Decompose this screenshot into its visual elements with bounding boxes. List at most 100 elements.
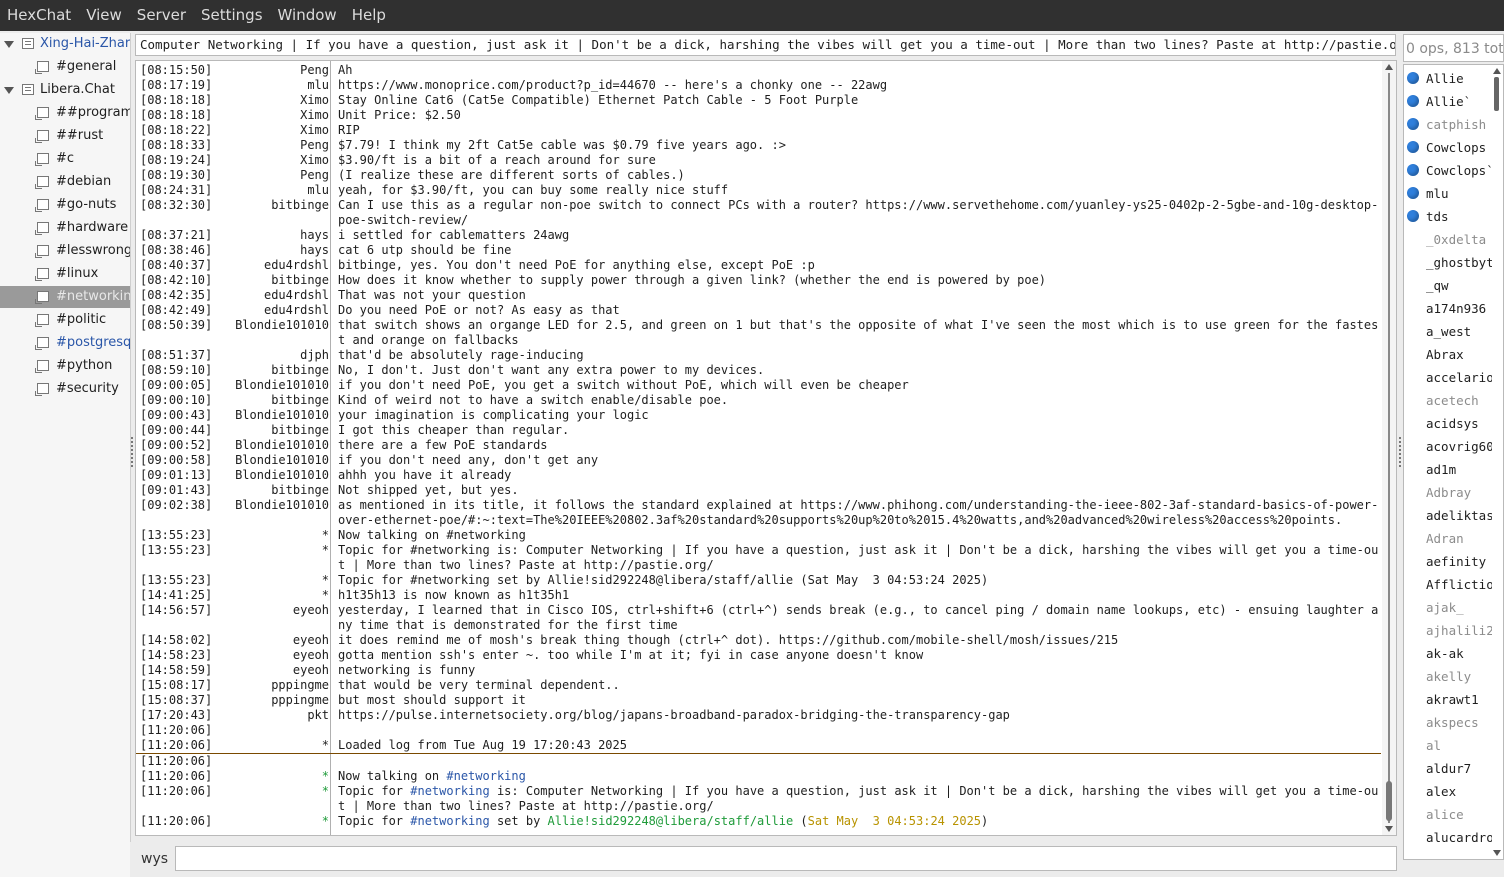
topic-bar[interactable]: Computer Networking | If you have a ques… [135, 34, 1396, 56]
user-item[interactable]: tds [1404, 205, 1492, 228]
user-item[interactable]: Abrax [1404, 343, 1492, 366]
user-item[interactable]: Afflictio [1404, 573, 1492, 596]
scroll-up-arrow-icon[interactable] [1385, 64, 1393, 70]
scroll-thumb[interactable] [1386, 781, 1392, 821]
userlist-scrollbar[interactable] [1491, 65, 1503, 859]
nick[interactable]: * [214, 738, 333, 753]
nick[interactable]: * [214, 814, 333, 829]
user-item[interactable]: Cowclops [1404, 136, 1492, 159]
nick[interactable]: Peng [214, 138, 333, 153]
nick[interactable]: bitbinge [214, 483, 333, 498]
nick[interactable]: pppingme [214, 678, 333, 693]
nick[interactable]: Ximo [214, 108, 333, 123]
menu-server[interactable]: Server [130, 0, 194, 31]
nick[interactable] [214, 754, 333, 769]
nick[interactable]: pppingme [214, 693, 333, 708]
nick[interactable]: Blondie101010 [214, 498, 333, 528]
user-item[interactable]: al [1404, 734, 1492, 757]
user-item[interactable]: accelario [1404, 366, 1492, 389]
nick[interactable]: * [214, 588, 333, 603]
user-item[interactable]: adeliktas [1404, 504, 1492, 527]
tree-server[interactable]: Xing-Hai-Zhar [0, 33, 130, 55]
user-item[interactable]: acovrig60 [1404, 435, 1492, 458]
expander-arrow-icon[interactable] [4, 87, 14, 94]
expander-arrow-icon[interactable] [4, 41, 14, 48]
user-item[interactable]: ajak_ [1404, 596, 1492, 619]
tree-channel[interactable]: #lesswrong [0, 240, 130, 262]
message-input[interactable] [175, 846, 1397, 871]
tree-channel[interactable]: #postgresq [0, 332, 130, 354]
menu-hexchat[interactable]: HexChat [0, 0, 79, 31]
nick[interactable]: bitbinge [214, 393, 333, 408]
user-item[interactable]: acidsys [1404, 412, 1492, 435]
nick[interactable]: eyeoh [214, 648, 333, 663]
user-item[interactable]: a174n936 [1404, 297, 1492, 320]
nick[interactable]: bitbinge [214, 198, 333, 228]
nick[interactable]: Ximo [214, 93, 333, 108]
user-item[interactable]: alice [1404, 803, 1492, 826]
nick[interactable]: Blondie101010 [214, 318, 333, 348]
nick[interactable]: * [214, 784, 333, 814]
user-item[interactable]: ak-ak [1404, 642, 1492, 665]
scroll-track[interactable] [1388, 73, 1390, 823]
nick[interactable]: pkt [214, 708, 333, 723]
nick[interactable]: edu4rdshl [214, 288, 333, 303]
user-item[interactable]: ajhalili2 [1404, 619, 1492, 642]
user-item[interactable]: Adbray [1404, 481, 1492, 504]
nick[interactable]: Blondie101010 [214, 378, 333, 393]
tree-channel[interactable]: #linux [0, 263, 130, 285]
nick[interactable]: hays [214, 243, 333, 258]
chat-view[interactable]: [08:15:50] Peng Ah [08:17:19] mlu https://www… [135, 60, 1397, 836]
nick[interactable]: Blondie101010 [214, 438, 333, 453]
nick[interactable]: Blondie101010 [214, 453, 333, 468]
tree-channel[interactable]: #politic [0, 309, 130, 331]
user-item[interactable]: _qw [1404, 274, 1492, 297]
scroll-down-arrow-icon[interactable] [1385, 826, 1393, 832]
tree-channel[interactable]: #networkin [0, 286, 130, 308]
chat-scrollbar[interactable] [1382, 61, 1396, 835]
nick[interactable]: eyeoh [214, 663, 333, 678]
nick[interactable]: bitbinge [214, 423, 333, 438]
nick[interactable]: * [214, 528, 333, 543]
tree-channel[interactable]: #c [0, 148, 130, 170]
nick[interactable]: * [214, 543, 333, 573]
user-item[interactable]: Cowclops` [1404, 159, 1492, 182]
message-part[interactable]: Sat May 3 04:53:24 2025 [808, 814, 981, 828]
menu-help[interactable]: Help [345, 0, 394, 31]
user-item[interactable]: Allie [1404, 67, 1492, 90]
user-item[interactable]: alucardro [1404, 826, 1492, 849]
user-item[interactable]: akelly [1404, 665, 1492, 688]
user-item[interactable]: catphish [1404, 113, 1492, 136]
nick[interactable]: edu4rdshl [214, 303, 333, 318]
user-item[interactable]: aldur7 [1404, 757, 1492, 780]
nick[interactable]: Blondie101010 [214, 408, 333, 423]
nick[interactable]: Blondie101010 [214, 468, 333, 483]
nick[interactable]: mlu [214, 78, 333, 93]
message-part[interactable]: Allie!sid292248@libera/staff/allie [548, 814, 794, 828]
nick[interactable]: bitbinge [214, 363, 333, 378]
user-list[interactable]: Allie Allie` catphish Cowclops Cowclops` mlu t… [1403, 64, 1504, 860]
nick[interactable]: djph [214, 348, 333, 363]
scroll-up-arrow-icon[interactable] [1493, 68, 1501, 74]
user-item[interactable]: Adran [1404, 527, 1492, 550]
scroll-thumb[interactable] [1494, 77, 1499, 111]
nick-button[interactable]: wys [141, 851, 168, 867]
nick[interactable]: Peng [214, 168, 333, 183]
nick[interactable]: hays [214, 228, 333, 243]
tree-channel[interactable]: #hardware [0, 217, 130, 239]
user-item[interactable]: _ghostbyt [1404, 251, 1492, 274]
menu-window[interactable]: Window [271, 0, 345, 31]
nick[interactable]: eyeoh [214, 603, 333, 633]
nick[interactable] [214, 723, 333, 738]
tree-channel[interactable]: ##rust [0, 125, 130, 147]
user-item[interactable]: ad1m [1404, 458, 1492, 481]
user-item[interactable]: acetech [1404, 389, 1492, 412]
tree-channel[interactable]: #python [0, 355, 130, 377]
menu-settings[interactable]: Settings [194, 0, 271, 31]
user-item[interactable]: akspecs [1404, 711, 1492, 734]
nick[interactable]: edu4rdshl [214, 258, 333, 273]
nick[interactable]: bitbinge [214, 273, 333, 288]
nick[interactable]: * [214, 573, 333, 588]
user-item[interactable]: _0xdelta [1404, 228, 1492, 251]
tree-server[interactable]: Libera.Chat [0, 79, 130, 101]
